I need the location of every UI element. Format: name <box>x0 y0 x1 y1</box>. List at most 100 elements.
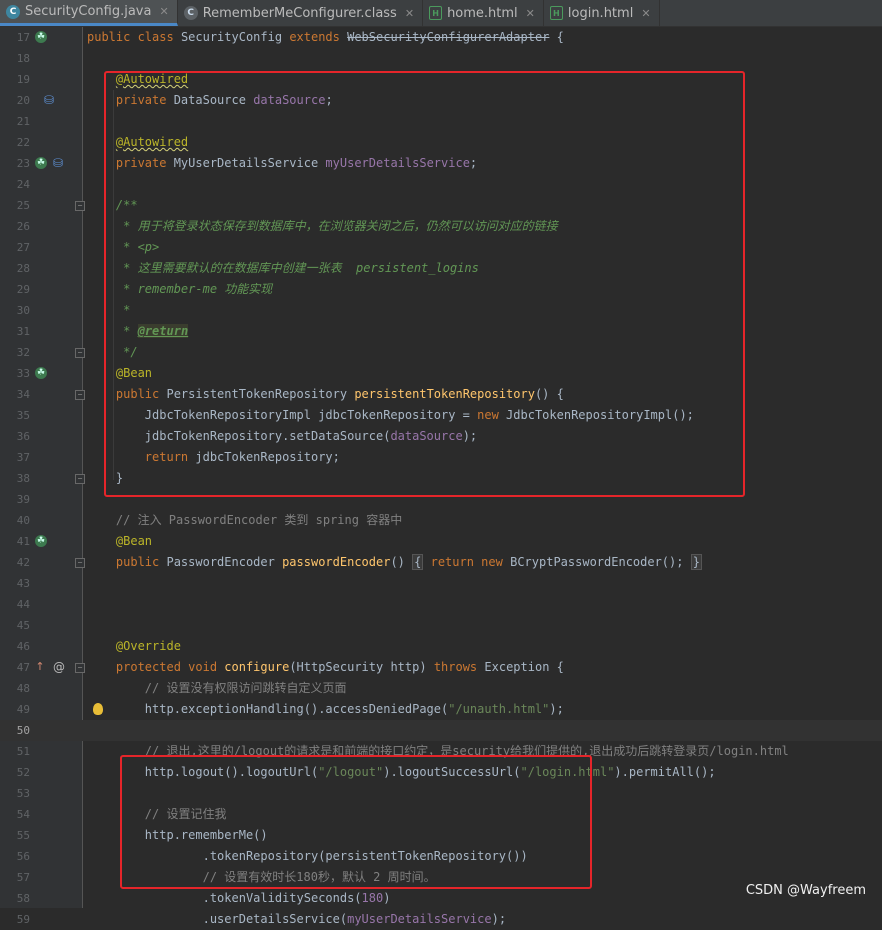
code-line[interactable]: 19 @Autowired <box>0 69 882 90</box>
code-line[interactable]: 47 ↑ @ − protected void configure(HttpSecur… <box>0 657 882 678</box>
code-line[interactable]: 31 * @return <box>0 321 882 342</box>
line-number: 21 <box>16 115 30 128</box>
code-token: .tokenValiditySeconds( <box>87 891 362 905</box>
close-tab-icon[interactable]: ✕ <box>526 7 535 20</box>
code-line[interactable]: 36 jdbcTokenRepository.setDataSource(dat… <box>0 426 882 447</box>
line-number: 48 <box>16 682 30 695</box>
code-token: public <box>115 555 167 569</box>
line-number: 22 <box>16 136 30 149</box>
at-icon[interactable]: @ <box>53 661 65 673</box>
inject-icon[interactable]: ⛁ <box>43 94 55 106</box>
inject-icon[interactable]: ⛁ <box>52 157 64 169</box>
code-line[interactable]: 35 JdbcTokenRepositoryImpl jdbcTokenRepo… <box>0 405 882 426</box>
code-line[interactable]: 25 − /** <box>0 195 882 216</box>
code-token: () <box>390 555 413 569</box>
code-line[interactable]: 20 ⛁ private DataSource dataSource; <box>0 90 882 111</box>
tab-remembermeconfigurer-class[interactable]: C RememberMeConfigurer.class ✕ <box>178 0 424 26</box>
tab-home-html[interactable]: Hhome.html ✕ <box>423 0 544 26</box>
fold-marker-icon[interactable]: − <box>75 558 85 568</box>
code-line[interactable]: 29 * remember-me 功能实现 <box>0 279 882 300</box>
code-line[interactable]: 51 // 退出,这里的/logout的请求是和前端的接口约定，是securit… <box>0 741 882 762</box>
bean-icon[interactable]: ☘ <box>35 31 47 43</box>
code-line[interactable]: 54 // 设置记住我 <box>0 804 882 825</box>
code-line[interactable]: 18 <box>0 48 882 69</box>
fold-marker-icon[interactable]: − <box>75 663 85 673</box>
line-number: 50 <box>16 724 30 737</box>
tab-label: login.html <box>567 5 634 21</box>
code-token: extends <box>289 30 348 44</box>
code-line[interactable]: 44 <box>0 594 882 615</box>
code-token: // 退出,这里的/logout的请求是和前端的接口约定，是security给我… <box>144 744 789 758</box>
code-line[interactable]: 43 <box>0 573 882 594</box>
code-line[interactable]: 46 @Override <box>0 636 882 657</box>
code-token: * <p> <box>115 240 160 254</box>
code-line[interactable]: 56 .tokenRepository(persistentTokenRepos… <box>0 846 882 867</box>
code-line[interactable]: 49 http.exceptionHandling().accessDenied… <box>0 699 882 720</box>
code-line[interactable]: 21 <box>0 111 882 132</box>
code-line[interactable]: 45 <box>0 615 882 636</box>
code-line[interactable]: 26 * 用于将登录状态保存到数据库中，在浏览器关闭之后，仍然可以访问对应的链接 <box>0 216 882 237</box>
bean-icon[interactable]: ☘ <box>35 535 47 547</box>
code-line[interactable]: 41 ☘ @Bean <box>0 531 882 552</box>
code-line[interactable]: 53 <box>0 783 882 804</box>
code-text: http.logout().logoutUrl("/logout").logou… <box>87 762 716 783</box>
code-line[interactable]: 59 .userDetailsService(myUserDetailsServ… <box>0 909 882 930</box>
line-number: 47 <box>16 661 30 674</box>
close-tab-icon[interactable]: ✕ <box>405 7 414 20</box>
code-line[interactable]: 22 @Autowired <box>0 132 882 153</box>
bean-icon[interactable]: ☘ <box>35 367 47 379</box>
code-text: .userDetailsService(myUserDetailsService… <box>87 909 506 930</box>
code-line[interactable]: 50 <box>0 720 882 741</box>
code-text: public PasswordEncoder passwordEncoder()… <box>87 552 702 573</box>
code-line[interactable]: 33 ☘ @Bean <box>0 363 882 384</box>
code-line[interactable]: 28 * 这里需要默认的在数据库中创建一张表 persistent_logins <box>0 258 882 279</box>
code-line[interactable]: 40 // 注入 PasswordEncoder 类到 spring 容器中 <box>0 510 882 531</box>
code-text: @Bean <box>87 363 152 384</box>
code-line[interactable]: 39 <box>0 489 882 510</box>
code-line[interactable]: 48 // 设置没有权限访问跳转自定义页面 <box>0 678 882 699</box>
override-icon[interactable]: ↑ <box>34 661 46 673</box>
code-token: myUserDetailsService <box>347 912 492 926</box>
code-text: * remember-me 功能实现 <box>87 279 272 300</box>
fold-marker-icon[interactable]: − <box>75 348 85 358</box>
code-line[interactable]: 32 − */ <box>0 342 882 363</box>
fold-marker-icon[interactable]: − <box>75 474 85 484</box>
code-text: private MyUserDetailsService myUserDetai… <box>87 153 477 174</box>
code-line[interactable]: 30 * <box>0 300 882 321</box>
fold-marker-icon[interactable]: − <box>75 390 85 400</box>
line-number: 44 <box>16 598 30 611</box>
code-token: return <box>144 450 196 464</box>
code-text: // 设置记住我 <box>87 804 227 825</box>
code-token: http.logout().logoutUrl( <box>87 765 319 779</box>
close-tab-icon[interactable]: ✕ <box>159 5 168 18</box>
code-token: JdbcTokenRepositoryImpl(); <box>506 408 694 422</box>
line-number: 49 <box>16 703 30 716</box>
code-line[interactable]: 42 − public PasswordEncoder passwordEncod… <box>0 552 882 573</box>
code-token: * <box>115 303 131 317</box>
code-line[interactable]: 34 − public PersistentTokenRepository per… <box>0 384 882 405</box>
code-line[interactable]: 27 * <p> <box>0 237 882 258</box>
code-token: ); <box>491 912 507 926</box>
code-line[interactable]: 24 <box>0 174 882 195</box>
code-token: dataSource <box>390 429 463 443</box>
fold-marker-icon[interactable]: − <box>75 201 85 211</box>
code-line[interactable]: 17 ☘ public class SecurityConfig extends W… <box>0 27 882 48</box>
code-token: @Autowired <box>115 72 189 86</box>
html-file-icon: H <box>429 6 443 20</box>
line-number: 59 <box>16 913 30 926</box>
code-line[interactable]: 37 return jdbcTokenRepository; <box>0 447 882 468</box>
code-token: dataSource <box>253 93 326 107</box>
code-line[interactable]: 38 − } <box>0 468 882 489</box>
code-token: http.exceptionHandling().accessDeniedPag… <box>87 702 449 716</box>
tab-login-html[interactable]: Hlogin.html ✕ <box>544 0 660 26</box>
line-number: 27 <box>16 241 30 254</box>
bean-icon[interactable]: ☘ <box>35 157 47 169</box>
code-line[interactable]: 55 http.rememberMe() <box>0 825 882 846</box>
code-line[interactable]: 23 ☘ ⛁ private MyUserDetailsService myUser… <box>0 153 882 174</box>
close-tab-icon[interactable]: ✕ <box>641 7 650 20</box>
line-number: 37 <box>16 451 30 464</box>
code-text: * <box>87 300 130 321</box>
code-line[interactable]: 52 http.logout().logoutUrl("/logout").lo… <box>0 762 882 783</box>
tab-securityconfig-java[interactable]: C SecurityConfig.java ✕ <box>0 0 178 26</box>
